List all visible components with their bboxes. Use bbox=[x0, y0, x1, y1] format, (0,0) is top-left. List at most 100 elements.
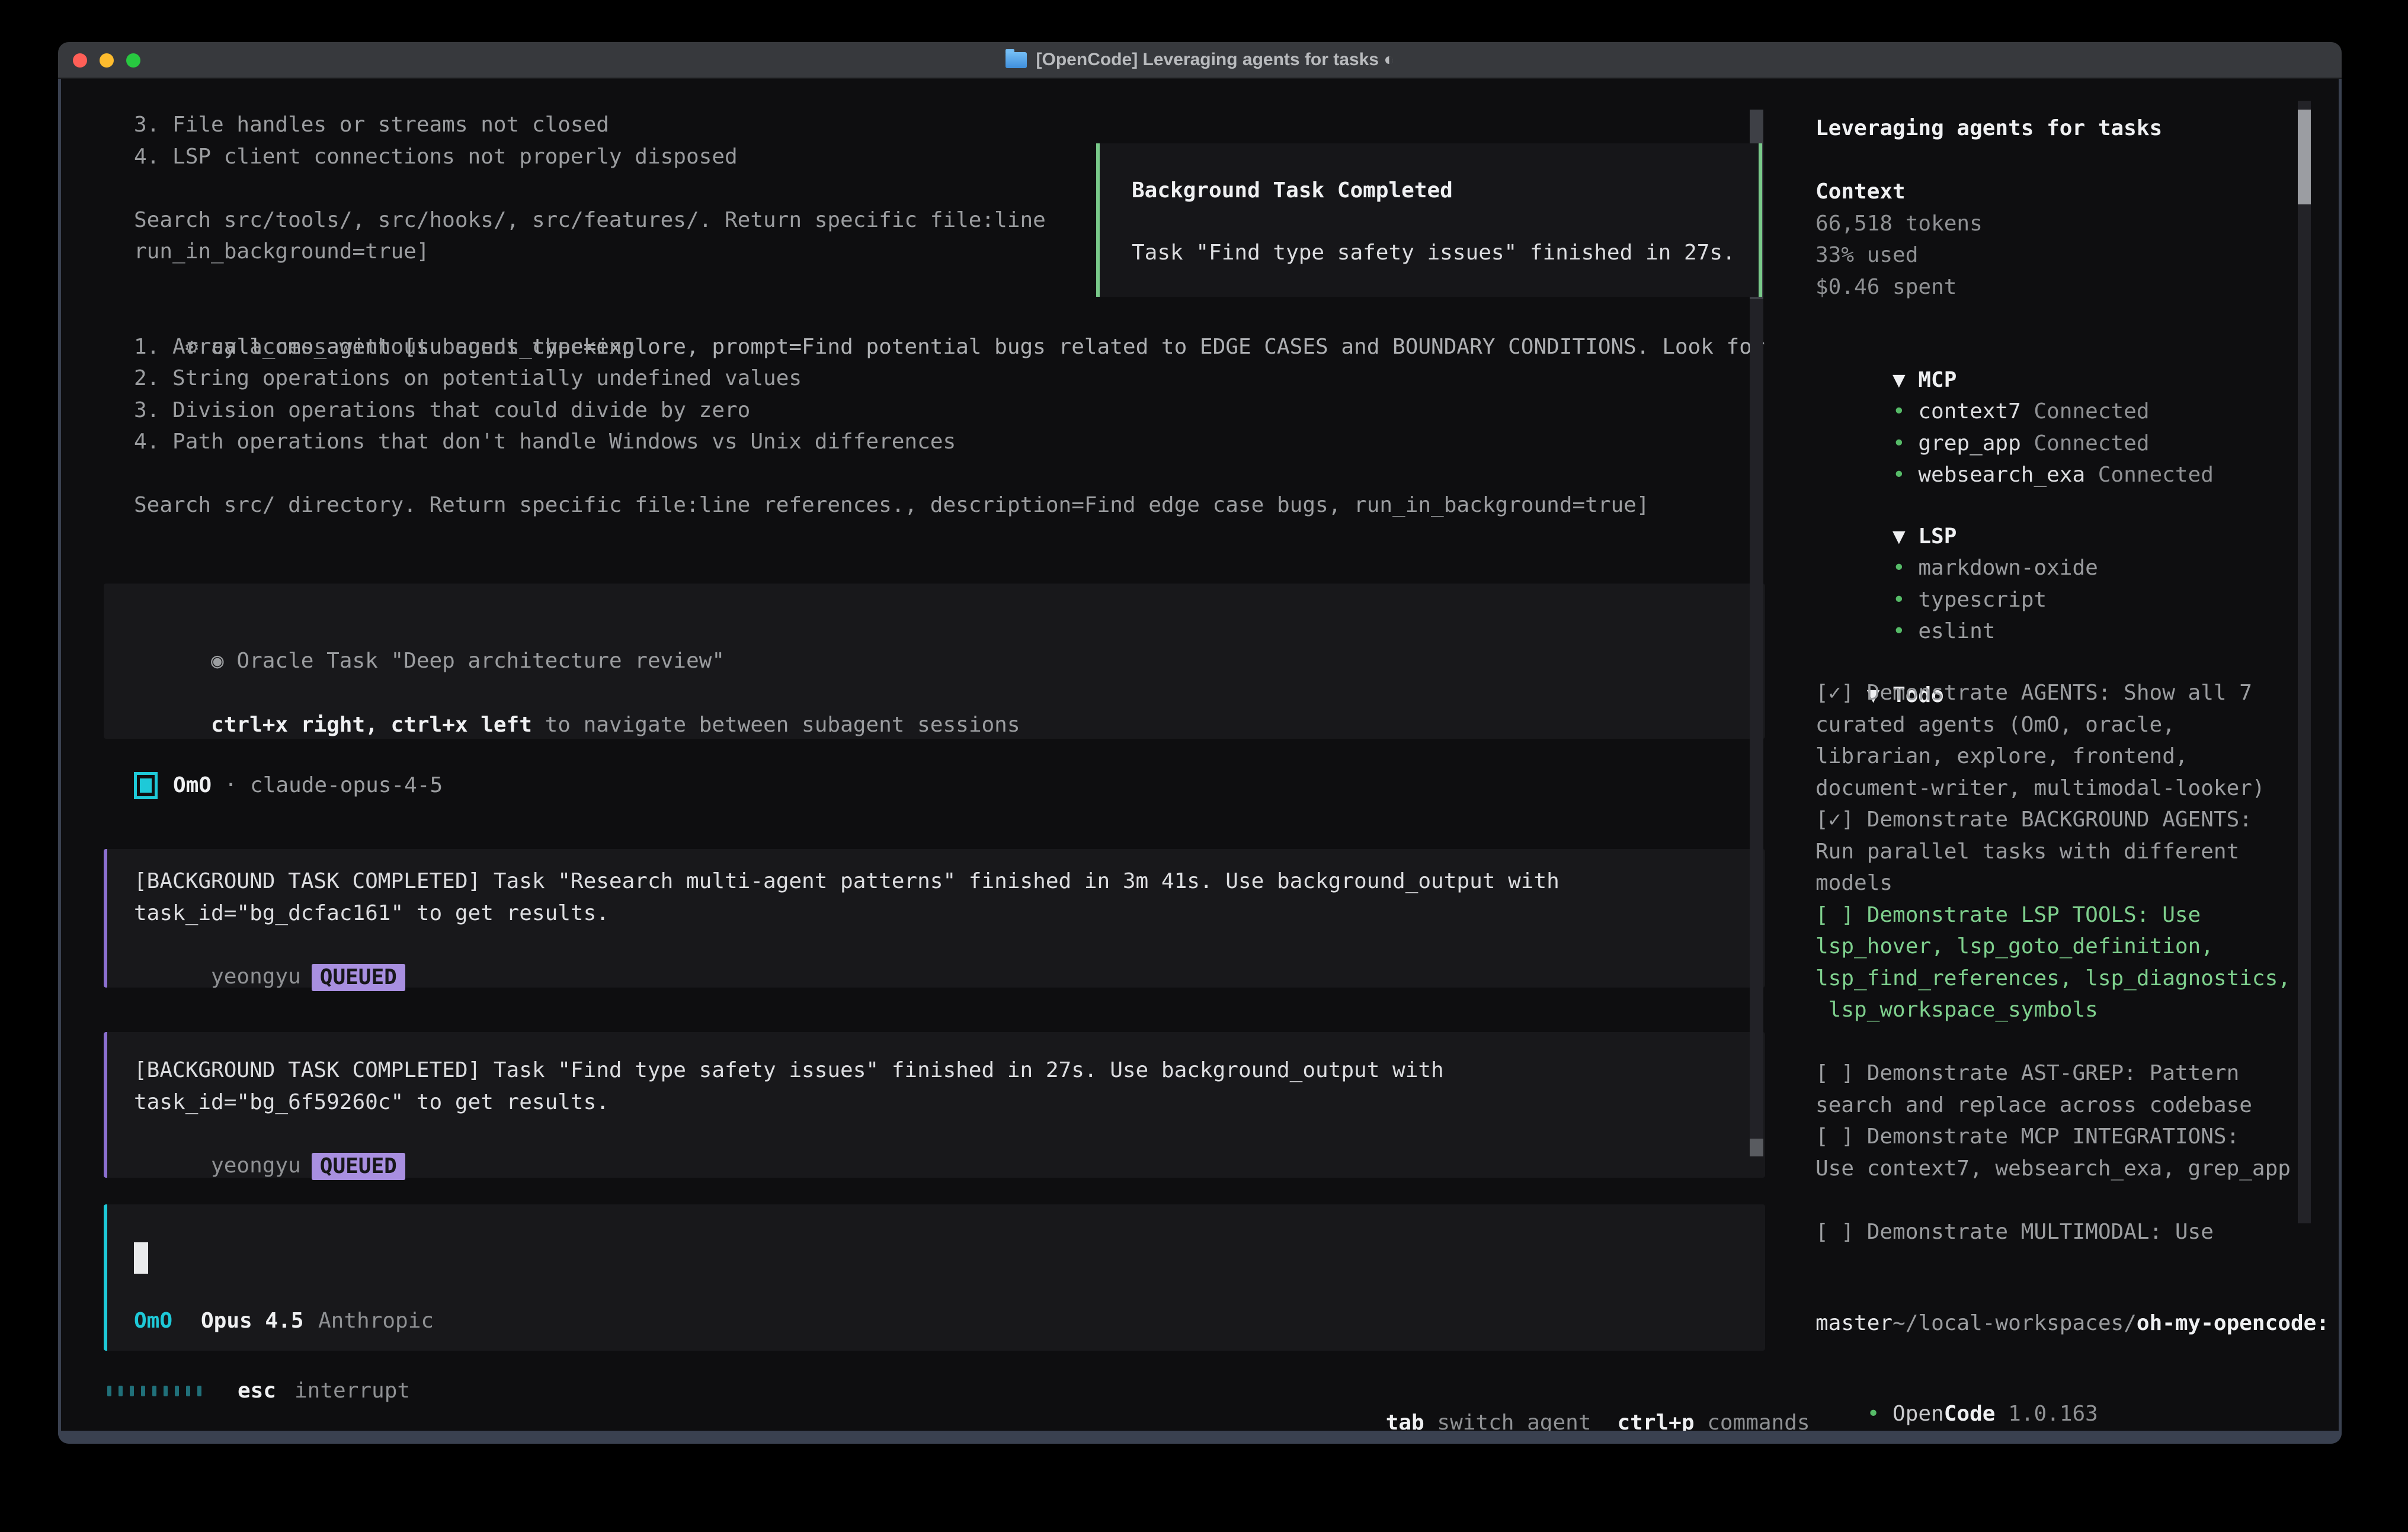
window-right-edge bbox=[2339, 79, 2342, 1444]
oracle-task-panel: ◉Oracle Task "Deep architecture review" … bbox=[104, 584, 1765, 739]
message-author: yeongyu bbox=[211, 964, 301, 989]
agent-name: OmO bbox=[173, 770, 212, 802]
context-heading: Context bbox=[1815, 176, 1983, 208]
todo-line-active: lsp_find_references, lsp_diagnostics, bbox=[1815, 963, 2291, 995]
oracle-task-hint-line: ctrl+x right, ctrl+x left to navigate be… bbox=[134, 677, 1020, 709]
context-tokens: 66,518 tokens bbox=[1815, 208, 1983, 240]
terminal-line: 3. Division operations that could divide… bbox=[134, 395, 1650, 427]
prompt-input[interactable]: OmO Opus 4.5 Anthropic bbox=[104, 1204, 1765, 1351]
tool-call-detail: 1. Array access without bounds checking … bbox=[134, 331, 1650, 521]
todo-line-active: lsp_workspace_symbols bbox=[1815, 994, 2291, 1026]
mcp-item: •context7Connected bbox=[1815, 364, 2214, 396]
oracle-task-title-line: ◉Oracle Task "Deep architecture review" bbox=[134, 613, 725, 645]
input-agent-label: OmO bbox=[134, 1305, 172, 1337]
text-cursor bbox=[134, 1242, 148, 1274]
mcp-item: •grep_appConnected bbox=[1815, 396, 2214, 428]
todo-line: librarian, explore, frontend, bbox=[1815, 741, 2291, 773]
separator-dot: · bbox=[225, 770, 238, 802]
lsp-item-name: eslint bbox=[1918, 619, 1995, 643]
zoom-button[interactable] bbox=[126, 53, 140, 68]
todo-list: [✓] Demonstrate AGENTS: Show all 7 curat… bbox=[1815, 677, 2291, 1248]
context-used: 33% used bbox=[1815, 239, 1983, 271]
opencode-window: [OpenCode] Leveraging agents for tasks ◐… bbox=[58, 42, 2342, 1444]
terminal-line: Search src/tools/, src/hooks/, src/featu… bbox=[134, 204, 1046, 236]
status-badge: QUEUED bbox=[312, 1153, 405, 1180]
input-model-label[interactable]: Opus 4.5 bbox=[201, 1305, 303, 1337]
todo-line: search and replace across codebase bbox=[1815, 1089, 2291, 1121]
todo-line: [✓] Demonstrate BACKGROUND AGENTS: bbox=[1815, 804, 2291, 836]
input-provider-label: Anthropic bbox=[318, 1305, 434, 1337]
status-badge: QUEUED bbox=[312, 964, 405, 991]
message-author: yeongyu bbox=[211, 1153, 301, 1178]
oracle-task-title: Oracle Task "Deep architecture review" bbox=[236, 649, 725, 673]
lsp-item: •typescript bbox=[1815, 552, 2098, 584]
terminal-line: 1. Array access without bounds checking bbox=[134, 331, 1650, 363]
shortcut-keys: ctrl+x right, ctrl+x left bbox=[211, 713, 532, 737]
terminal-line: run_in_background=true] bbox=[134, 236, 1046, 268]
terminal-line bbox=[134, 172, 1046, 204]
spinner-dots bbox=[107, 1386, 201, 1396]
todo-line: [✓] Demonstrate AGENTS: Show all 7 bbox=[1815, 677, 2291, 709]
close-button[interactable] bbox=[73, 53, 87, 68]
message-line: task_id="bg_dcfac161" to get results. bbox=[134, 898, 1765, 930]
todo-section-header[interactable]: ▼Todo bbox=[1815, 648, 1944, 680]
main-scrollbar-end-nub[interactable] bbox=[1750, 1139, 1763, 1156]
shortcut-hint: to navigate between subagent sessions bbox=[532, 713, 1020, 737]
tool-call-line: ⚙call_omo_agent [subagent_type=explore, … bbox=[134, 299, 1765, 331]
message-line: task_id="bg_6f59260c" to get results. bbox=[134, 1086, 1765, 1118]
toast-body: Task "Find type safety issues" finished … bbox=[1132, 237, 1735, 269]
window-bottom-strip bbox=[58, 1431, 2342, 1444]
terminal-line: 2. String operations on potentially unde… bbox=[134, 363, 1650, 395]
task-message: [BACKGROUND TASK COMPLETED] Task "Resear… bbox=[104, 849, 1765, 988]
terminal-line bbox=[134, 458, 1650, 490]
sidebar-scrollbar-track[interactable] bbox=[2298, 101, 2311, 1223]
fisheye-icon: ◉ bbox=[211, 649, 224, 673]
todo-line: models bbox=[1815, 867, 2291, 899]
terminal-line: Search src/ directory. Return specific f… bbox=[134, 489, 1650, 521]
title-bar: [OpenCode] Leveraging agents for tasks ◐ bbox=[58, 42, 2342, 79]
mcp-item-name: websearch_exa bbox=[1918, 463, 2085, 487]
terminal-line: 4. Path operations that don't handle Win… bbox=[134, 426, 1650, 458]
todo-line: Use context7, websearch_exa, grep_app bbox=[1815, 1153, 2291, 1185]
mcp-item-status: Connected bbox=[2098, 463, 2214, 487]
todo-line-blank bbox=[1815, 1026, 2291, 1058]
todo-line: document-writer, multimodal-looker) bbox=[1815, 773, 2291, 805]
minimize-button[interactable] bbox=[100, 53, 114, 68]
task-message: [BACKGROUND TASK COMPLETED] Task "Find t… bbox=[104, 1032, 1765, 1178]
lsp-item: •markdown-oxide bbox=[1815, 521, 2098, 553]
window-title: [OpenCode] Leveraging agents for tasks ◐ bbox=[1036, 50, 1395, 70]
app-version: 1.0.163 bbox=[2008, 1402, 2098, 1426]
todo-line: [ ] Demonstrate AST-GREP: Pattern bbox=[1815, 1057, 2291, 1089]
todo-line-active: [ ] Demonstrate LSP TOOLS: Use bbox=[1815, 899, 2291, 931]
lsp-section-header[interactable]: ▼LSP bbox=[1815, 489, 2098, 521]
app-name-regular: Open bbox=[1893, 1402, 1944, 1426]
bullet-icon: • bbox=[1893, 459, 1918, 491]
toast-title: Background Task Completed bbox=[1132, 175, 1453, 207]
message-line: [BACKGROUND TASK COMPLETED] Task "Resear… bbox=[134, 866, 1765, 898]
message-line: [BACKGROUND TASK COMPLETED] Task "Find t… bbox=[134, 1055, 1765, 1086]
bullet-icon: • bbox=[1893, 616, 1918, 648]
todo-line: Run parallel tasks with different bbox=[1815, 836, 2291, 868]
agent-session-row[interactable]: OmO · claude-opus-4-5 bbox=[134, 766, 443, 805]
esc-key-hint: esc bbox=[238, 1375, 276, 1407]
sidebar-context-section: Context 66,518 tokens 33% used $0.46 spe… bbox=[1815, 176, 1983, 303]
todo-line: [ ] Demonstrate MULTIMODAL: Use bbox=[1815, 1216, 2291, 1248]
window-title-group: [OpenCode] Leveraging agents for tasks ◐ bbox=[1006, 50, 1395, 70]
window-left-edge bbox=[58, 79, 61, 1444]
sidebar-scrollbar-thumb[interactable] bbox=[2298, 110, 2311, 204]
todo-line: [ ] Demonstrate MCP INTEGRATIONS: bbox=[1815, 1121, 2291, 1153]
sidebar-footer: •OpenCode1.0.163 bbox=[1815, 1366, 2098, 1398]
agent-icon bbox=[134, 772, 158, 799]
bullet-icon: • bbox=[1867, 1398, 1893, 1430]
todo-line-blank bbox=[1815, 1184, 2291, 1216]
context-spent: $0.46 spent bbox=[1815, 271, 1983, 303]
mcp-section-header[interactable]: ▼MCP bbox=[1815, 332, 2214, 364]
folder-icon bbox=[1006, 52, 1027, 68]
scrollback-top: 3. File handles or streams not closed 4.… bbox=[134, 109, 1046, 268]
background-task-toast: Background Task Completed Task "Find typ… bbox=[1096, 143, 1762, 297]
todo-line: curated agents (OmO, oracle, bbox=[1815, 709, 2291, 741]
mcp-item: •websearch_exaConnected bbox=[1815, 428, 2214, 460]
agent-model: claude-opus-4-5 bbox=[250, 770, 443, 802]
lsp-item: •eslint bbox=[1815, 584, 2098, 616]
statusbar-right: tabswitch agentctrl+pcommands bbox=[1334, 1375, 1810, 1407]
